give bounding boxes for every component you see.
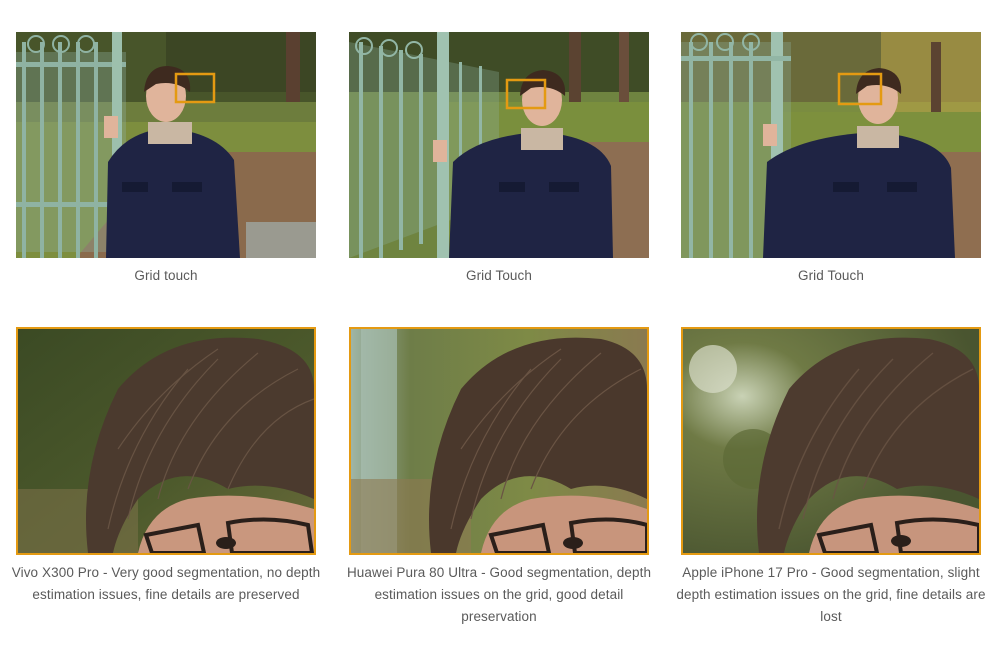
photo-caption: Grid touch	[134, 268, 198, 283]
crop-caption: Huawei Pura 80 Ultra - Good segmentation…	[346, 565, 652, 624]
crop-photo	[16, 327, 316, 555]
photo-caption: Grid Touch	[797, 268, 865, 283]
crop-caption: Vivo X300 Pro - Very good segmentation, …	[11, 565, 321, 602]
crop-photo	[681, 327, 981, 555]
scene-photo	[16, 32, 316, 258]
crop-photo	[349, 327, 649, 555]
scene-photo	[349, 32, 649, 258]
scene-photo	[681, 32, 981, 258]
crop-caption: Apple iPhone 17 Pro - Good segmentation,…	[676, 565, 986, 624]
photo-caption: Grid Touch	[465, 268, 533, 283]
